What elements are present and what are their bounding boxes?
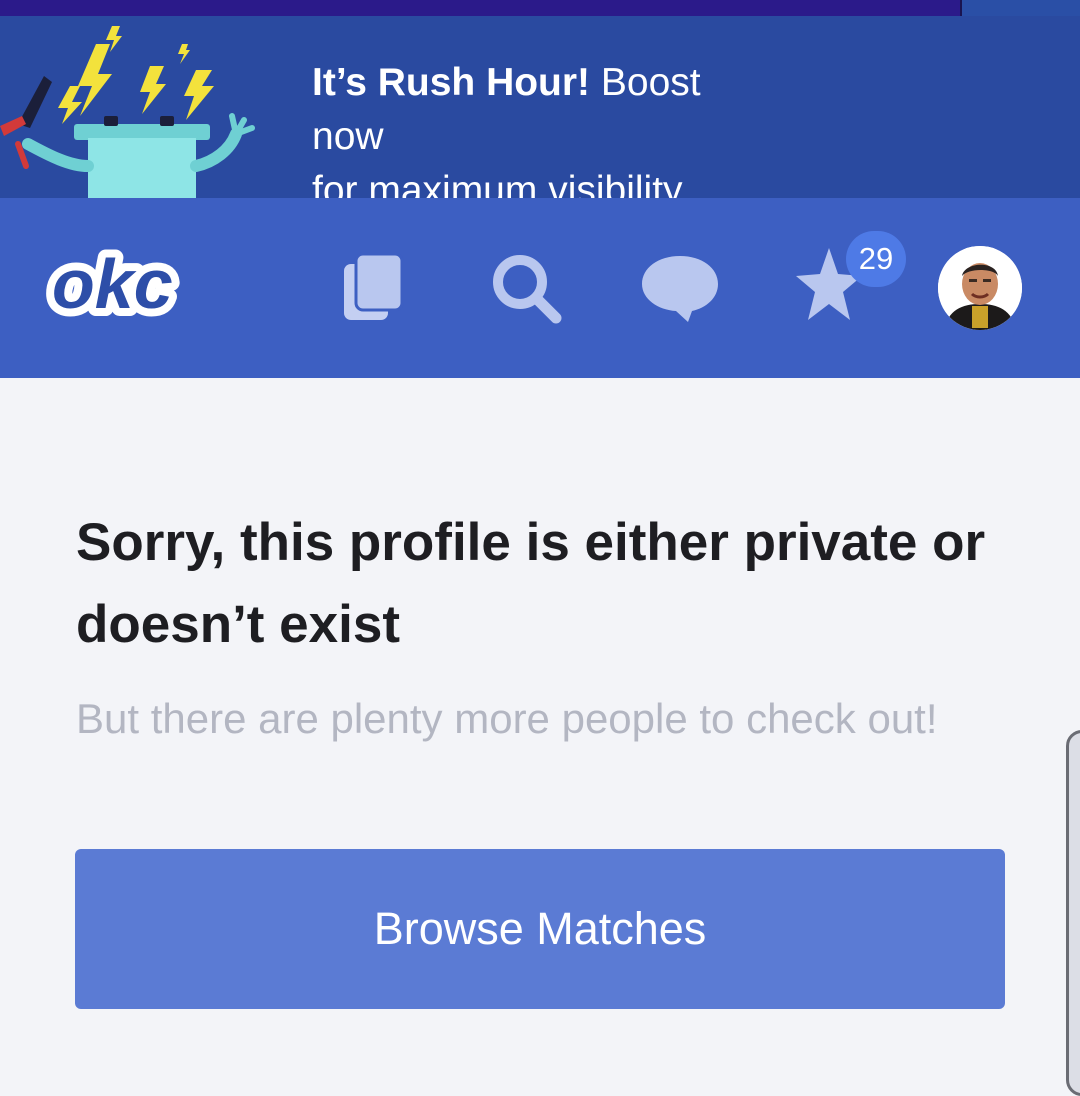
okc-logo[interactable]: okc okc	[44, 242, 194, 326]
boost-illustration	[0, 26, 255, 198]
status-strip-right	[960, 0, 1080, 16]
profile-avatar[interactable]	[938, 246, 1022, 330]
promo-line2: now	[312, 115, 384, 158]
subtitle-text: But there are plenty more people to chec…	[76, 695, 938, 742]
logo-text: okc	[52, 245, 173, 323]
avatar-photo	[938, 246, 1022, 330]
likes-count-badge: 29	[846, 231, 906, 287]
promo-message: It’s Rush Hour! Boost now for maximum vi…	[312, 56, 752, 198]
search-icon[interactable]	[490, 252, 564, 326]
cards-icon[interactable]	[340, 250, 406, 324]
promo-headline: It’s Rush Hour!	[312, 61, 591, 104]
scrollbar[interactable]	[1066, 730, 1080, 1096]
browse-matches-button[interactable]: Browse Matches	[75, 849, 1005, 1009]
chat-bubble-icon[interactable]	[640, 252, 722, 324]
promo-line3: for maximum visibility.	[312, 169, 691, 198]
page-title: Sorry, this profile is either private or…	[76, 513, 986, 654]
promo-line1: Boost	[590, 61, 701, 104]
rush-hour-banner[interactable]: It’s Rush Hour! Boost now for maximum vi…	[0, 16, 1080, 198]
